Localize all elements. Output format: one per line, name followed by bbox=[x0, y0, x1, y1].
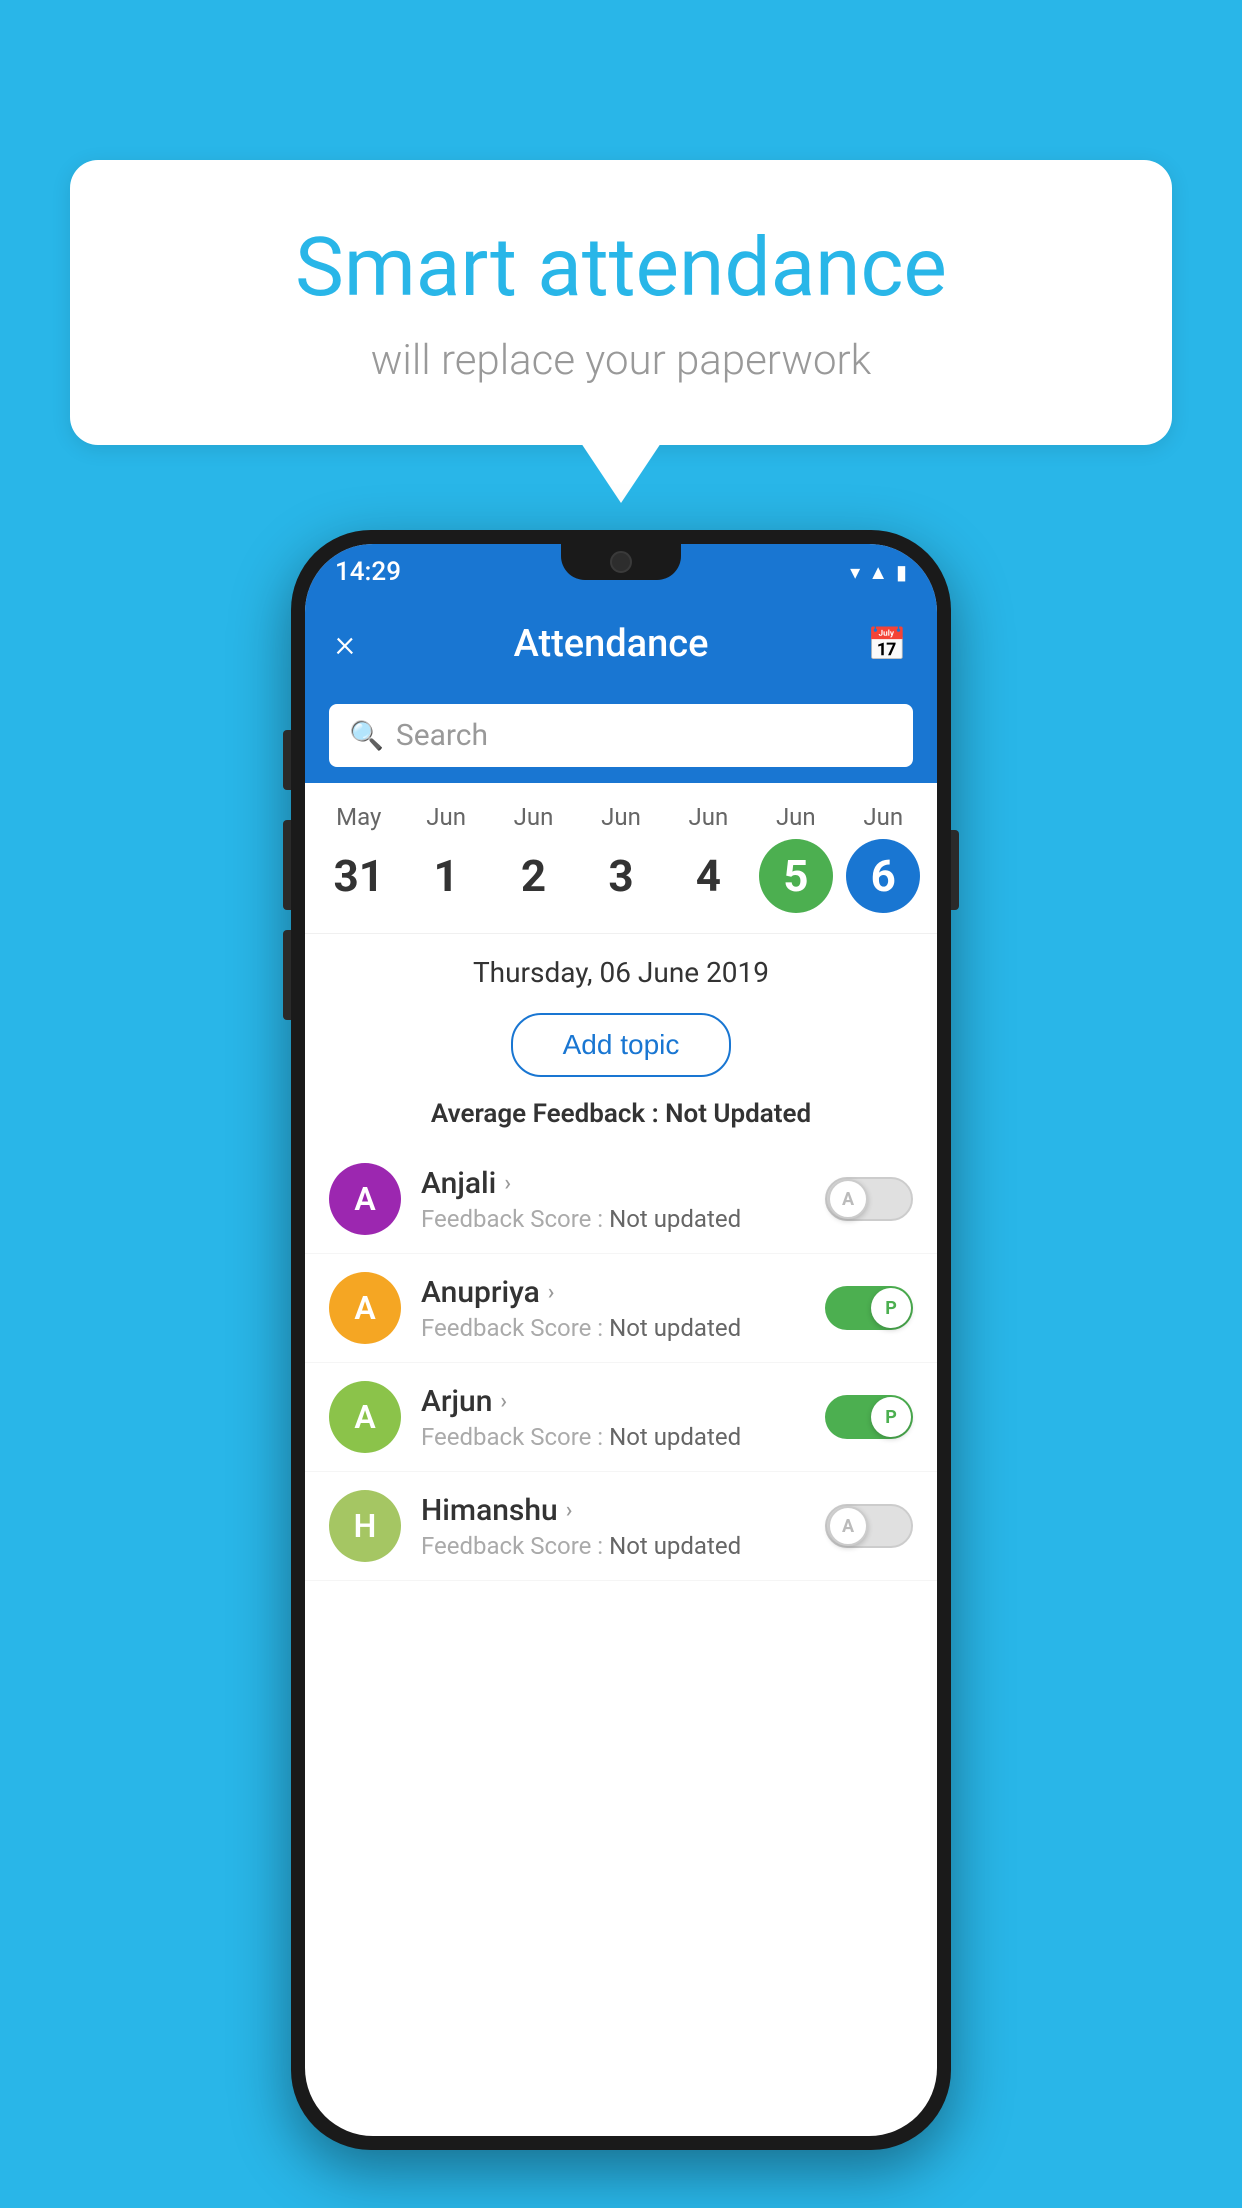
search-bar-wrapper: 🔍 Search bbox=[305, 688, 937, 783]
calendar-day[interactable]: Jun 2 bbox=[494, 803, 574, 913]
toggle-knob: A bbox=[828, 1506, 868, 1546]
phone-notch bbox=[561, 544, 681, 580]
phone-camera bbox=[610, 551, 632, 573]
page-title: Attendance bbox=[514, 622, 709, 666]
calendar-month-label: May bbox=[336, 803, 381, 831]
calendar-date-number[interactable]: 31 bbox=[322, 839, 396, 913]
calendar-month-label: Jun bbox=[689, 803, 729, 831]
close-button[interactable]: × bbox=[335, 622, 355, 666]
toggle-knob: P bbox=[871, 1397, 911, 1437]
student-name: Arjun › bbox=[421, 1384, 805, 1419]
phone-container: 14:29 ▾ ▲ ▮ × Attendance 📅 🔍 Search bbox=[291, 530, 951, 2150]
calendar-month-label: Jun bbox=[601, 803, 641, 831]
chevron-right-icon: › bbox=[500, 1389, 507, 1414]
student-name: Anupriya › bbox=[421, 1275, 805, 1310]
status-icons: ▾ ▲ ▮ bbox=[850, 560, 907, 585]
calendar-date-number[interactable]: 1 bbox=[409, 839, 483, 913]
calendar-date-number[interactable]: 4 bbox=[671, 839, 745, 913]
power-button bbox=[951, 830, 959, 910]
toggle-switch[interactable]: A bbox=[825, 1504, 913, 1548]
calendar-date-number[interactable]: 3 bbox=[584, 839, 658, 913]
toggle-knob: P bbox=[871, 1288, 911, 1328]
bubble-subtitle: will replace your paperwork bbox=[150, 336, 1092, 385]
student-name: Himanshu › bbox=[421, 1493, 805, 1528]
search-input[interactable]: Search bbox=[396, 718, 488, 753]
student-avatar: H bbox=[329, 1490, 401, 1562]
app-header: × Attendance 📅 bbox=[305, 600, 937, 688]
volume-up-button bbox=[283, 730, 291, 790]
student-feedback-score: Feedback Score : Not updated bbox=[421, 1205, 805, 1233]
speech-bubble-container: Smart attendance will replace your paper… bbox=[70, 160, 1172, 503]
student-list-item[interactable]: A Anjali › Feedback Score : Not updated A bbox=[305, 1145, 937, 1254]
calendar-date-number[interactable]: 2 bbox=[497, 839, 571, 913]
chevron-right-icon: › bbox=[504, 1171, 511, 1196]
chevron-right-icon: › bbox=[548, 1280, 555, 1305]
student-info: Arjun › Feedback Score : Not updated bbox=[421, 1384, 805, 1451]
speech-bubble: Smart attendance will replace your paper… bbox=[70, 160, 1172, 445]
silent-button bbox=[283, 930, 291, 1020]
status-time: 14:29 bbox=[335, 557, 401, 587]
search-input-container[interactable]: 🔍 Search bbox=[329, 704, 913, 767]
toggle-knob: A bbox=[828, 1179, 868, 1219]
attendance-toggle[interactable]: P bbox=[825, 1286, 913, 1330]
student-avatar: A bbox=[329, 1272, 401, 1344]
calendar-month-label: Jun bbox=[863, 803, 903, 831]
chevron-right-icon: › bbox=[566, 1498, 573, 1523]
content-area: Thursday, 06 June 2019 Add topic Average… bbox=[305, 934, 937, 1581]
student-avatar: A bbox=[329, 1381, 401, 1453]
student-info: Anjali › Feedback Score : Not updated bbox=[421, 1166, 805, 1233]
attendance-toggle[interactable]: P bbox=[825, 1395, 913, 1439]
attendance-toggle[interactable]: A bbox=[825, 1504, 913, 1548]
phone-screen: 14:29 ▾ ▲ ▮ × Attendance 📅 🔍 Search bbox=[305, 544, 937, 2136]
student-list: AAnjali ›Feedback Score : Not updatedAAA… bbox=[305, 1145, 937, 1581]
student-info: Anupriya › Feedback Score : Not updated bbox=[421, 1275, 805, 1342]
calendar-date-number[interactable]: 5 bbox=[759, 839, 833, 913]
calendar-month-label: Jun bbox=[426, 803, 466, 831]
attendance-toggle[interactable]: A bbox=[825, 1177, 913, 1221]
search-icon: 🔍 bbox=[349, 719, 384, 752]
bubble-title: Smart attendance bbox=[150, 220, 1092, 316]
battery-icon: ▮ bbox=[896, 560, 907, 584]
calendar-day[interactable]: Jun 4 bbox=[668, 803, 748, 913]
bubble-arrow bbox=[581, 443, 661, 503]
student-list-item[interactable]: A Arjun › Feedback Score : Not updated P bbox=[305, 1363, 937, 1472]
avg-feedback-label: Average Feedback : bbox=[431, 1099, 659, 1129]
signal-icon: ▲ bbox=[868, 560, 888, 585]
student-list-item[interactable]: A Anupriya › Feedback Score : Not updated P bbox=[305, 1254, 937, 1363]
student-feedback-score: Feedback Score : Not updated bbox=[421, 1314, 805, 1342]
add-topic-button[interactable]: Add topic bbox=[511, 1013, 732, 1077]
student-feedback-score: Feedback Score : Not updated bbox=[421, 1423, 805, 1451]
calendar-day[interactable]: Jun 1 bbox=[406, 803, 486, 913]
student-list-item[interactable]: H Himanshu › Feedback Score : Not updated A bbox=[305, 1472, 937, 1581]
avg-feedback-value: Not Updated bbox=[665, 1099, 811, 1129]
student-feedback-score: Feedback Score : Not updated bbox=[421, 1532, 805, 1560]
calendar-month-label: Jun bbox=[776, 803, 816, 831]
avg-feedback-row: Average Feedback : Not Updated bbox=[305, 1091, 937, 1145]
calendar-day[interactable]: May 31 bbox=[319, 803, 399, 913]
wifi-icon: ▾ bbox=[850, 560, 860, 584]
selected-date: Thursday, 06 June 2019 bbox=[305, 934, 937, 999]
student-name: Anjali › bbox=[421, 1166, 805, 1201]
calendar-strip: May 31 Jun 1 Jun 2 Jun 3 Jun 4 Jun 5 Jun 6 bbox=[305, 783, 937, 934]
calendar-day[interactable]: Jun 6 bbox=[843, 803, 923, 913]
toggle-switch[interactable]: A bbox=[825, 1177, 913, 1221]
calendar-day[interactable]: Jun 5 bbox=[756, 803, 836, 913]
volume-down-button bbox=[283, 820, 291, 910]
calendar-month-label: Jun bbox=[514, 803, 554, 831]
phone-outer: 14:29 ▾ ▲ ▮ × Attendance 📅 🔍 Search bbox=[291, 530, 951, 2150]
calendar-day[interactable]: Jun 3 bbox=[581, 803, 661, 913]
student-info: Himanshu › Feedback Score : Not updated bbox=[421, 1493, 805, 1560]
calendar-icon[interactable]: 📅 bbox=[867, 625, 907, 663]
student-avatar: A bbox=[329, 1163, 401, 1235]
toggle-switch[interactable]: P bbox=[825, 1286, 913, 1330]
calendar-date-number[interactable]: 6 bbox=[846, 839, 920, 913]
toggle-switch[interactable]: P bbox=[825, 1395, 913, 1439]
